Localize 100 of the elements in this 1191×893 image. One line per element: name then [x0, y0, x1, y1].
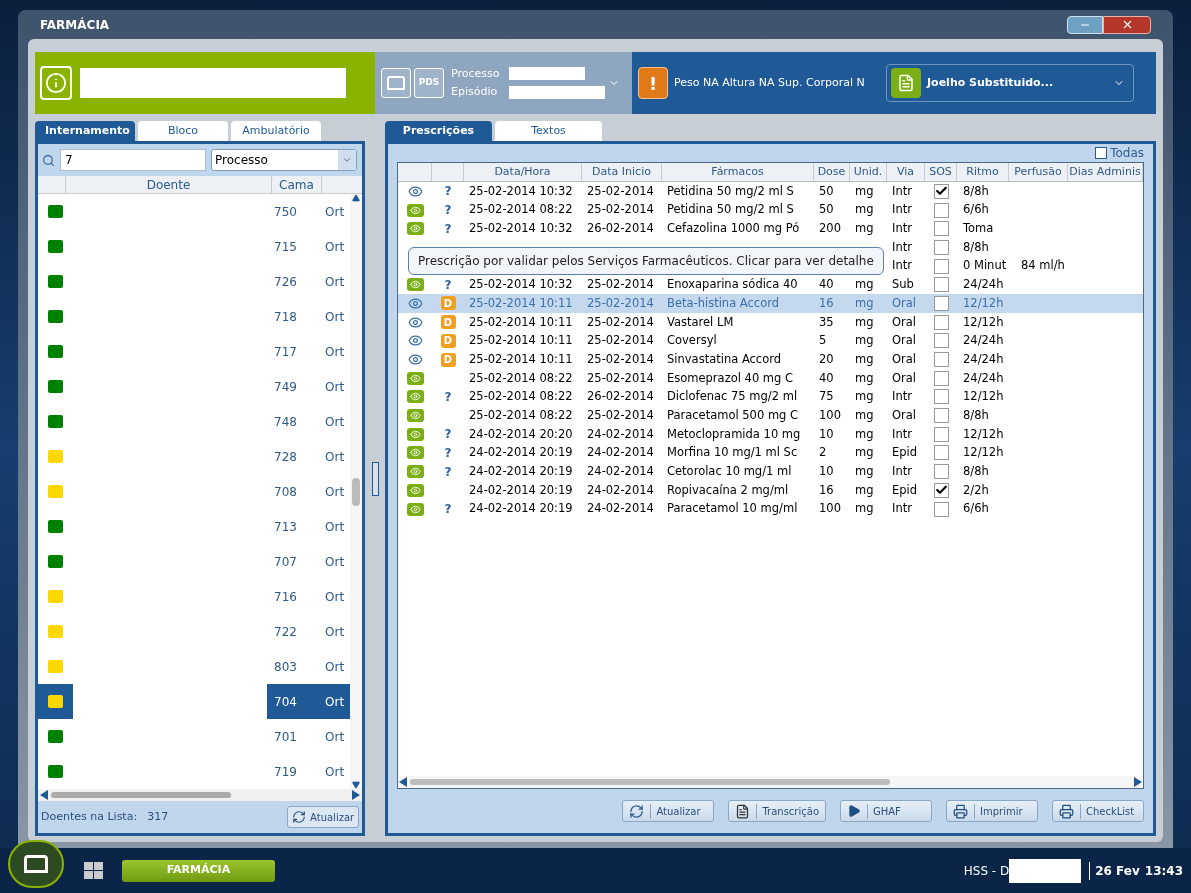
route-cell: Oral — [892, 314, 917, 329]
date-cell: 24-02-2014 — [587, 464, 654, 479]
perfusion-cell: 84 ml/h — [1021, 258, 1065, 273]
unit-cell: mg — [855, 407, 874, 422]
drug-cell: Cefazolina 1000 mg Pó — [667, 221, 800, 236]
date-cell: 24-02-2014 — [587, 426, 654, 441]
unit-cell: mg — [855, 426, 874, 441]
rhythm-cell: 0 Minut — [963, 258, 1007, 273]
question-mark: ? — [444, 501, 452, 519]
unit-cell: mg — [855, 482, 874, 497]
unit-cell: mg — [855, 333, 874, 348]
rhythm-cell: 24/24h — [963, 351, 1004, 366]
date-cell: 25-02-2014 — [587, 277, 654, 292]
rhythm-cell: 24/24h — [963, 277, 1004, 292]
rhythm-cell: 12/12h — [963, 445, 1004, 460]
rhythm-cell: 12/12h — [963, 295, 1004, 310]
unit-cell: mg — [855, 370, 874, 385]
dose-cell: 16 — [819, 295, 834, 310]
date-cell: 25-02-2014 — [587, 183, 654, 198]
route-cell: Oral — [892, 370, 917, 385]
service-cell-text: Ort — [325, 238, 345, 256]
user-label: HSS - D — [963, 862, 1010, 880]
episode-label: Episódio — [451, 84, 499, 100]
bed-number: 718 — [273, 308, 298, 326]
service-cell-text: Ort — [325, 728, 345, 746]
drug-cell: Esomeprazol 40 mg C — [667, 370, 794, 385]
window-title: FARMÁCIA — [40, 16, 110, 34]
drug-cell: Diclofenac 75 mg/2 ml — [667, 389, 798, 404]
date-cell: 25-02-2014 — [587, 295, 654, 310]
route-cell: Intr — [892, 202, 912, 217]
bed-number: 728 — [273, 448, 298, 466]
dose-cell: 100 — [819, 407, 841, 422]
date-cell: 24-02-2014 — [587, 482, 654, 497]
rhythm-cell: 12/12h — [963, 389, 1004, 404]
date-cell: 25-02-2014 — [587, 407, 654, 422]
dose-cell: 5 — [819, 333, 827, 348]
rhythm-cell: 6/6h — [963, 202, 989, 217]
service-cell-text: Ort — [325, 763, 345, 781]
dose-cell: 50 — [819, 202, 834, 217]
bed-number: 704 — [273, 693, 298, 711]
service-cell-text: Ort — [325, 448, 345, 466]
unit-cell: mg — [855, 464, 874, 479]
datetime-cell: 25-02-2014 10:11 — [469, 333, 573, 348]
checkbox-label: Todas — [1110, 145, 1144, 162]
datetime-cell: 24-02-2014 20:19 — [469, 482, 573, 497]
datetime-cell: 25-02-2014 08:22 — [469, 202, 573, 217]
rhythm-cell: 12/12h — [963, 426, 1004, 441]
service-cell-text: Ort — [325, 483, 345, 501]
route-cell: Intr — [892, 239, 912, 254]
list-count-label: Doentes na Lista: — [41, 808, 138, 825]
dose-cell: 20 — [819, 351, 834, 366]
dose-cell: 40 — [819, 277, 834, 292]
drug-cell: Paracetamol 10 mg/ml — [667, 501, 798, 516]
service-cell-text: Ort — [325, 413, 345, 431]
route-cell: Intr — [892, 464, 912, 479]
dose-cell: 10 — [819, 426, 834, 441]
drug-cell: Paracetamol 500 mg C — [667, 407, 799, 422]
unit-cell: mg — [855, 183, 874, 198]
datetime-cell: 25-02-2014 10:32 — [469, 277, 573, 292]
date-cell: 25-02-2014 — [587, 351, 654, 366]
route-cell: Intr — [892, 501, 912, 516]
date-cell: 25-02-2014 — [587, 202, 654, 217]
letter-badge: D — [440, 296, 456, 311]
date-cell: 25-02-2014 — [587, 314, 654, 329]
route-cell: Intr — [892, 221, 912, 236]
rhythm-cell: 12/12h — [963, 314, 1004, 329]
process-label: Processo — [451, 65, 501, 82]
route-cell: Epid — [892, 482, 918, 497]
unit-cell: mg — [855, 277, 874, 292]
unit-cell: mg — [855, 221, 874, 236]
rhythm-cell: 8/8h — [963, 407, 989, 422]
datetime-cell: 25-02-2014 10:11 — [469, 351, 573, 366]
drug-cell: Morfina 10 mg/1 ml Sc — [667, 445, 798, 460]
date-cell: 26-02-2014 — [587, 389, 654, 404]
drug-cell: Ropivacaína 2 mg/ml — [667, 482, 789, 497]
bed-number: 719 — [273, 763, 298, 781]
route-cell: Oral — [892, 333, 917, 348]
service-cell-text: Ort — [325, 378, 345, 396]
date-cell: 25-02-2014 — [587, 370, 654, 385]
drug-cell: Cetorolac 10 mg/1 ml — [667, 464, 792, 479]
question-mark: ? — [444, 220, 452, 238]
service-cell-text: Ort — [325, 588, 345, 606]
bed-number: 749 — [273, 378, 298, 396]
question-mark: ? — [444, 183, 452, 201]
service-cell-text: Ort — [325, 693, 345, 711]
drug-cell: Coversyl — [667, 333, 717, 348]
drug-cell: Petidina 50 mg/2 ml S — [667, 202, 794, 217]
dose-cell: 2 — [819, 445, 827, 460]
bed-number: 748 — [273, 413, 298, 431]
bed-number: 716 — [273, 588, 298, 606]
bed-number: 715 — [273, 238, 298, 256]
rhythm-cell: 8/8h — [963, 183, 989, 198]
dose-cell: 35 — [819, 314, 834, 329]
rhythm-cell: 24/24h — [963, 333, 1004, 348]
service-cell-text: Ort — [325, 308, 345, 326]
route-cell: Intr — [892, 183, 912, 198]
taskbar-clock: 13:43 — [1144, 862, 1183, 880]
unit-cell: mg — [855, 389, 874, 404]
letter-badge: D — [440, 315, 456, 330]
date-cell: 26-02-2014 — [587, 221, 654, 236]
